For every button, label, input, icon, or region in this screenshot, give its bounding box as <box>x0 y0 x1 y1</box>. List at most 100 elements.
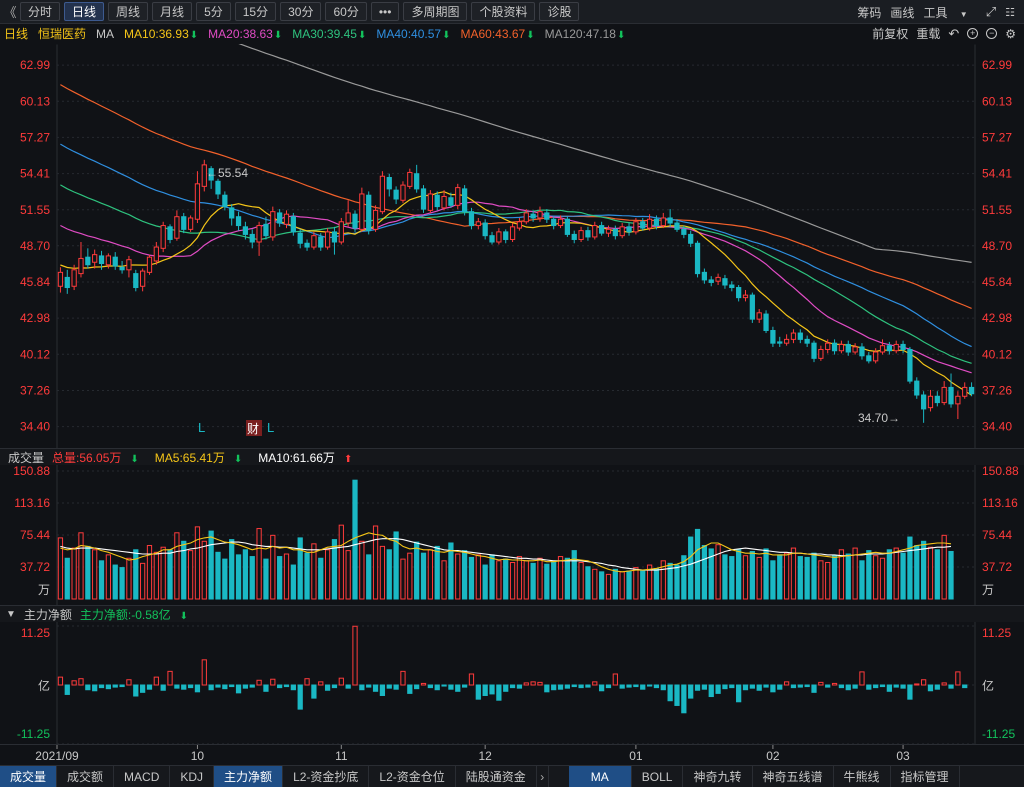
overlay-button[interactable]: 重载 <box>916 25 940 42</box>
volume-bar <box>694 528 701 600</box>
chevron-down-icon[interactable]: ▼ <box>6 609 16 620</box>
candle-body <box>640 221 646 229</box>
flow-bar <box>359 684 365 691</box>
volume-bar <box>434 545 440 600</box>
candle-body <box>859 346 865 357</box>
volume-ma5: MA5:65.41万 ⬇ <box>155 449 250 466</box>
candle-body <box>934 395 940 404</box>
period-button-11[interactable]: 诊股 <box>539 2 580 21</box>
price-chart[interactable]: 62.99 60.13 57.27 54.41 51.55 48.70 45.84 42.98… <box>0 44 1024 448</box>
flow-bar <box>790 684 797 689</box>
indicator-tab-7[interactable]: 陆股通资金 <box>456 766 537 787</box>
flow-bar <box>277 684 283 689</box>
candle <box>345 200 351 227</box>
candle <box>379 171 386 215</box>
volume-bar <box>372 525 379 600</box>
candle <box>235 211 242 231</box>
volume-chart[interactable]: 150.88 150.88 113.16 113.16 75.44 75.44 37.72 3… <box>0 465 1024 605</box>
flow-bar <box>297 684 303 710</box>
volume-bar <box>571 550 577 600</box>
indicator-tab-5[interactable]: L2-资金抄底 <box>283 766 370 787</box>
candle-body <box>968 386 975 395</box>
indicator-tab-2[interactable]: MACD <box>114 766 171 787</box>
flow-bar <box>489 684 495 695</box>
indicator-tab-14[interactable]: 指标管理 <box>891 766 960 787</box>
volume-bar <box>729 556 735 600</box>
period-button-10[interactable]: 个股资料 <box>471 2 536 21</box>
volume-title[interactable]: 成交量 <box>8 449 44 466</box>
settings-grid-icon[interactable]: ☷ <box>1005 6 1015 19</box>
candle-body <box>160 225 166 249</box>
period-button-7[interactable]: 60分 <box>325 2 367 21</box>
price-axis-left: 62.99 60.13 57.27 54.41 51.55 48.70 45.84 42.98… <box>20 58 50 434</box>
indicator-tab-10[interactable]: BOLL <box>632 766 684 787</box>
flow-bar <box>825 684 831 688</box>
indicator-tab-3[interactable]: KDJ <box>170 766 215 787</box>
indicator-tab-13[interactable]: 牛熊线 <box>834 766 891 787</box>
volume-bar <box>475 554 481 600</box>
volume-bar <box>112 564 118 600</box>
flow-title[interactable]: 主力净额 <box>24 606 72 623</box>
volume-bars <box>57 479 954 600</box>
expand-icon[interactable]: ⤢ <box>986 4 996 20</box>
indicator-tab-11[interactable]: 神奇九转 <box>683 766 753 787</box>
chips-button[interactable]: 筹码 <box>857 4 881 21</box>
volume-tick-right: 75.44 <box>982 528 1012 542</box>
volume-bar <box>153 551 159 600</box>
candle <box>146 254 153 275</box>
flow-bar <box>331 684 338 689</box>
volume-tick-left: 75.44 <box>20 528 50 542</box>
draw-line-button[interactable]: 画线 <box>890 4 914 21</box>
candle <box>941 381 947 406</box>
settings-icon[interactable]: ⚙ <box>1005 27 1016 41</box>
marker-l-1[interactable]: L <box>198 420 205 435</box>
zoom-out-icon[interactable]: − <box>986 28 998 39</box>
candle-body <box>509 226 516 240</box>
marker-l-2[interactable]: L <box>267 420 274 435</box>
period-button-1[interactable]: 日线 <box>64 2 105 21</box>
candle-body <box>441 195 447 209</box>
candle-body <box>105 255 112 266</box>
period-button-2[interactable]: 周线 <box>108 2 149 21</box>
candle-body <box>489 235 495 243</box>
period-button-3[interactable]: 月线 <box>152 2 193 21</box>
flow-bar <box>249 684 255 688</box>
candle <box>420 185 427 213</box>
period-button-6[interactable]: 30分 <box>280 2 322 21</box>
indicator-tab-0[interactable]: 成交量 <box>0 766 58 787</box>
flow-chart[interactable]: 11.25 11.25 亿 亿 -11.25 -11.25 <box>0 622 1024 744</box>
tools-button[interactable]: 工具 ▼ <box>923 4 976 21</box>
candle <box>660 212 666 229</box>
marker-cai[interactable]: 财 <box>247 422 259 436</box>
indicator-tab-12[interactable]: 神奇五线谱 <box>753 766 834 787</box>
volume-bar <box>927 546 934 600</box>
restore-button[interactable]: 前复权 <box>872 25 908 42</box>
period-button-8[interactable]: ••• <box>370 2 400 21</box>
candle-body <box>277 212 283 224</box>
date-label: 03 <box>896 749 910 763</box>
zoom-in-icon[interactable]: + <box>967 28 979 39</box>
candle-body <box>181 216 187 230</box>
indicator-tab-1[interactable]: 成交额 <box>57 766 115 787</box>
volume-bar <box>277 556 283 600</box>
volume-bar <box>811 552 817 600</box>
volume-bar <box>263 558 269 600</box>
indicator-tab-4[interactable]: 主力净额 <box>214 766 284 787</box>
undo-icon[interactable]: ↶ <box>948 26 959 42</box>
volume-bar <box>297 537 303 600</box>
period-button-5[interactable]: 15分 <box>234 2 277 21</box>
period-button-4[interactable]: 5分 <box>196 2 231 21</box>
indicator-tab-9[interactable]: MA <box>568 766 632 787</box>
flow-bar <box>585 684 591 688</box>
candle <box>756 309 762 323</box>
indicator-tab-8[interactable]: › <box>537 766 549 787</box>
indicator-tab-6[interactable]: L2-资金仓位 <box>369 766 456 787</box>
volume-bar <box>352 479 358 600</box>
period-button-0[interactable]: 分时 <box>20 2 61 21</box>
price-tick-right: 57.27 <box>982 130 1012 144</box>
back-icon[interactable]: 《 <box>0 2 20 21</box>
volume-bar <box>496 560 502 600</box>
flow-bar <box>78 678 84 686</box>
period-button-9[interactable]: 多周期图 <box>403 2 468 21</box>
flow-bar <box>57 676 64 686</box>
